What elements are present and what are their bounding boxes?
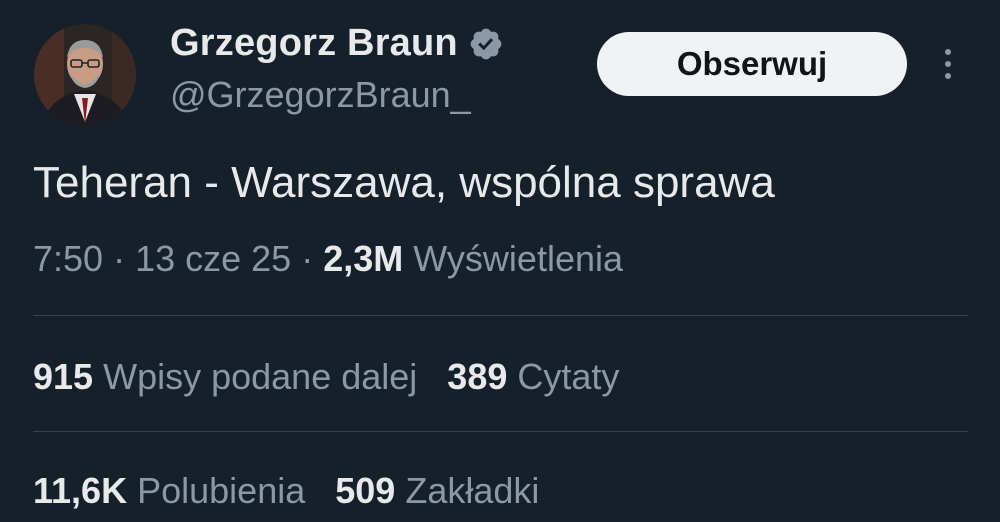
likes-count: 11,6K [33, 470, 128, 511]
bookmarks-stat[interactable]: 509 Zakładki [335, 470, 539, 511]
likes-stat[interactable]: 11,6K Polubienia [33, 470, 305, 511]
author-name[interactable]: Grzegorz Braun [170, 22, 458, 65]
verified-badge-icon [470, 28, 502, 59]
retweets-stat[interactable]: 915 Wpisy podane dalej [33, 356, 417, 397]
quotes-label: Cytaty [517, 356, 620, 397]
tweet-meta: 7:50 · 13 cze 25 · 2,3M Wyświetlenia [33, 238, 623, 280]
meta-separator: · [291, 238, 324, 279]
stats-row-shares: 915 Wpisy podane dalej 389 Cytaty [33, 356, 619, 398]
avatar-image [34, 24, 136, 126]
follow-button[interactable]: Obserwuj [597, 32, 907, 96]
retweets-count: 915 [33, 356, 94, 397]
meta-separator: · [103, 238, 136, 279]
divider [33, 315, 968, 316]
avatar[interactable] [34, 24, 136, 126]
more-options-icon[interactable] [936, 46, 960, 82]
author-handle[interactable]: @GrzegorzBraun_ [170, 74, 471, 116]
views-label: Wyświetlenia [413, 238, 624, 279]
tweet-text: Teheran - Warszawa, wspólna sprawa [33, 158, 775, 207]
tweet-time[interactable]: 7:50 [33, 238, 103, 279]
stats-row-engagement: 11,6K Polubienia 509 Zakładki [33, 470, 539, 512]
quotes-count: 389 [447, 356, 508, 397]
quotes-stat[interactable]: 389 Cytaty [447, 356, 619, 397]
retweets-label: Wpisy podane dalej [103, 356, 418, 397]
likes-label: Polubienia [137, 470, 306, 511]
views-count: 2,3M [323, 238, 404, 279]
bookmarks-count: 509 [335, 470, 396, 511]
author-name-row: Grzegorz Braun [170, 22, 504, 65]
bookmarks-label: Zakładki [405, 470, 540, 511]
divider [33, 431, 968, 432]
tweet-date[interactable]: 13 cze 25 [135, 238, 291, 279]
